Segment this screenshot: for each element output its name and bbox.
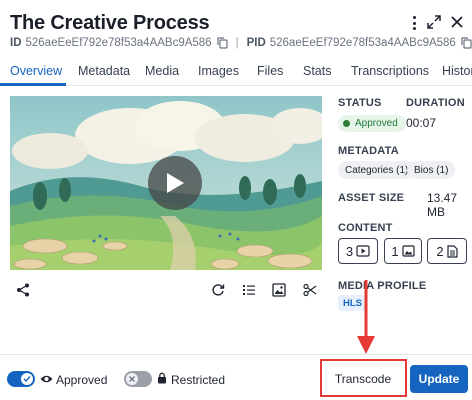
list-icon[interactable] [242, 283, 256, 297]
media-profile-badge: HLS [338, 295, 367, 311]
asset-title: The Creative Process [10, 12, 210, 34]
asset-ids: ID 526aeEeEf792e78f53a4AABc9A586 | PID 5… [10, 37, 472, 49]
document-icon [447, 244, 458, 258]
tab-history[interactable]: History [442, 64, 472, 78]
refresh-icon[interactable] [211, 283, 225, 297]
pid-value: 526aeEeEf792e78f53a4AABc9A586 [269, 37, 456, 49]
status-label: STATUS [338, 97, 382, 109]
id-value: 526aeEeEf792e78f53a4AABc9A586 [25, 37, 212, 49]
status-value: Approved [355, 118, 398, 129]
restricted-label: Restricted [171, 373, 226, 387]
asset-size-label: ASSET SIZE [338, 192, 405, 204]
transcode-button[interactable]: Transcode [327, 366, 399, 392]
approved-dot-icon [343, 120, 350, 127]
expand-icon[interactable] [427, 15, 441, 29]
eye-icon [40, 375, 53, 383]
video-count: 3 [345, 243, 354, 259]
video-icon [356, 245, 370, 257]
file-count: 2 [436, 243, 444, 259]
tab-bar: Overview Metadata Media Images Files Sta… [0, 56, 472, 86]
status-badge: Approved [338, 115, 406, 132]
scissors-icon[interactable] [303, 283, 317, 297]
image-icon[interactable] [272, 283, 286, 297]
check-icon [23, 376, 31, 383]
categories-chip[interactable]: Categories (1) [338, 161, 416, 179]
file-count-button[interactable]: 2 [427, 238, 467, 264]
image-count-button[interactable]: 1 [384, 238, 422, 264]
restricted-toggle[interactable] [124, 371, 152, 387]
metadata-label: METADATA [338, 145, 399, 157]
picture-icon [402, 245, 415, 257]
bios-chip[interactable]: Bios (1) [407, 161, 456, 179]
tab-transcriptions[interactable]: Transcriptions [351, 64, 429, 78]
copy-pid-icon[interactable] [461, 37, 472, 49]
toggle-knob [21, 373, 33, 385]
duration-label: DURATION [406, 97, 465, 109]
approved-toggle[interactable] [7, 371, 35, 387]
asset-size-value: 13.47 MB [427, 191, 458, 219]
tab-stats[interactable]: Stats [303, 64, 332, 78]
id-label: ID [10, 37, 22, 49]
toggle-knob [126, 373, 138, 385]
more-vert-icon[interactable] [408, 14, 420, 32]
approved-label: Approved [56, 373, 108, 387]
tab-overview[interactable]: Overview [10, 64, 62, 78]
image-count: 1 [391, 243, 399, 259]
play-icon [167, 173, 184, 193]
close-icon[interactable] [450, 15, 464, 29]
x-icon [129, 376, 135, 382]
active-tab-indicator [0, 83, 66, 86]
tab-metadata[interactable]: Metadata [78, 64, 130, 78]
pid-label: PID [246, 37, 266, 49]
video-thumbnail[interactable] [10, 96, 322, 270]
update-button[interactable]: Update [410, 365, 468, 393]
play-button[interactable] [148, 156, 202, 210]
copy-id-icon[interactable] [216, 37, 228, 49]
tab-images[interactable]: Images [198, 64, 239, 78]
lock-icon [158, 372, 166, 384]
media-profile-label: MEDIA PROFILE [338, 280, 427, 292]
tab-media[interactable]: Media [145, 64, 179, 78]
content-label: CONTENT [338, 222, 393, 234]
video-count-button[interactable]: 3 [338, 238, 378, 264]
share-icon[interactable] [16, 283, 30, 297]
duration-value: 00:07 [406, 116, 437, 130]
tab-files[interactable]: Files [257, 64, 283, 78]
